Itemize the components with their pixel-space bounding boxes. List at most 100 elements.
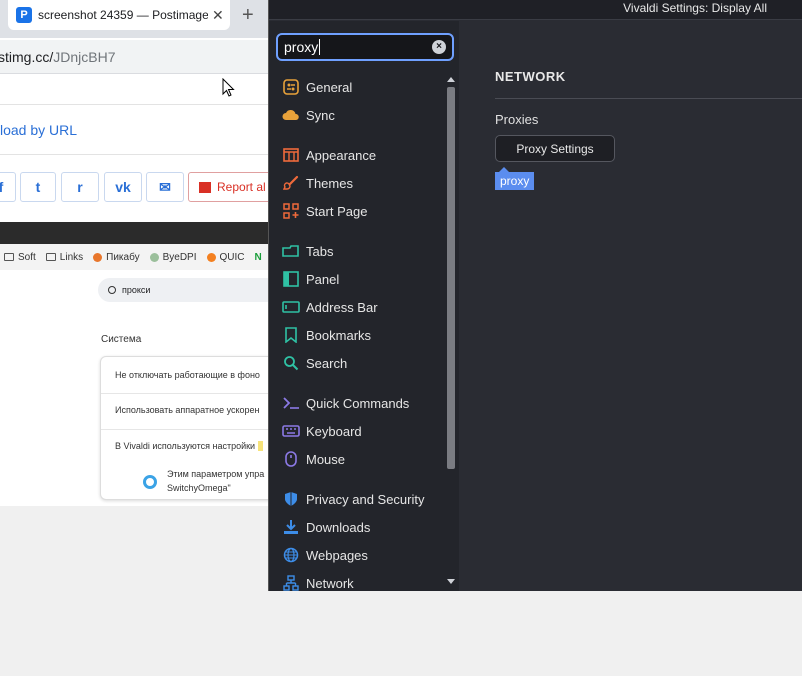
nav-item-privacy[interactable]: Privacy and Security: [269, 487, 445, 511]
bookmark-pikabu: Пикабу: [93, 252, 140, 263]
cloudflare-icon: [206, 252, 216, 262]
bookmarks-bar: Soft Links Пикабу ByeDPI QUIC N: [0, 244, 270, 270]
section-heading-network: NETWORK: [495, 69, 566, 84]
search-icon: [108, 286, 116, 294]
nav-label: Appearance: [306, 147, 377, 163]
divider: [0, 104, 270, 105]
share-twitter-button[interactable]: t: [20, 172, 56, 202]
address-bar-icon: [282, 298, 300, 316]
mouse-cursor-icon: [222, 78, 235, 97]
report-label: Report al: [217, 180, 266, 194]
reddit-icon: r: [77, 179, 83, 195]
nav-item-webpages[interactable]: Webpages: [269, 543, 445, 567]
settings-content: NETWORK Proxies Proxy Settings proxy: [459, 21, 802, 591]
proxy-settings-button[interactable]: Proxy Settings: [495, 135, 615, 162]
nav-label: General: [306, 79, 353, 95]
inner-search-field: прокси: [98, 278, 270, 302]
nav-item-network[interactable]: Network: [269, 571, 445, 595]
nav-item-bookmarks[interactable]: Bookmarks: [269, 323, 445, 347]
inner-section-title: Система: [101, 334, 142, 345]
url-text: stimg.cc/JDnjcBH7: [0, 49, 115, 65]
tabs-icon: [282, 242, 300, 260]
share-vk-button[interactable]: vk: [104, 172, 142, 202]
window-titlebar[interactable]: Vivaldi Settings: Display All: [269, 0, 802, 20]
quick-commands-icon: [282, 394, 300, 412]
start-page-icon: [282, 202, 300, 220]
upload-by-url-link[interactable]: load by URL: [0, 122, 77, 138]
text-caret: [319, 39, 321, 55]
share-reddit-button[interactable]: r: [61, 172, 99, 202]
flag-icon: [199, 181, 211, 193]
nav-label: Mouse: [306, 451, 346, 467]
bookmark-soft: Soft: [4, 252, 36, 263]
nav-label: Search: [306, 355, 348, 371]
vk-icon: vk: [115, 179, 131, 195]
twitter-icon: t: [35, 179, 41, 195]
address-bar[interactable]: stimg.cc/JDnjcBH7: [0, 40, 270, 74]
brush-icon: [282, 174, 300, 192]
bookmark-quic: QUIC: [206, 252, 245, 263]
inner-row: SwitchyOmega": [167, 483, 231, 493]
new-tab-icon[interactable]: +: [242, 4, 254, 27]
nav-item-themes[interactable]: Themes: [269, 171, 445, 195]
close-icon[interactable]: ✕: [212, 7, 224, 24]
pikabu-icon: [93, 252, 103, 262]
scroll-up-icon[interactable]: [447, 77, 455, 82]
search-icon: [282, 354, 300, 372]
tab-strip: P screenshot 24359 — Postimages ✕ +: [0, 0, 270, 38]
report-abuse-button[interactable]: Report al: [188, 172, 270, 202]
nav-item-search[interactable]: Search: [269, 351, 445, 375]
appearance-icon: [282, 146, 300, 164]
nav-item-tabs[interactable]: Tabs: [269, 239, 445, 263]
bookmark-n: N: [254, 251, 262, 263]
bookmark-links: Links: [45, 252, 83, 263]
embedded-settings-screenshot: прокси Система Не отключать работающие в…: [0, 270, 270, 506]
nav-label: Address Bar: [306, 299, 378, 315]
vivaldi-settings-window: Vivaldi Settings: Display All proxy × Ge…: [268, 0, 802, 591]
sidebar-scrollbar[interactable]: [445, 75, 457, 591]
divider: [101, 393, 270, 394]
tab-title: screenshot 24359 — Postimages: [38, 8, 208, 22]
nav-label: Keyboard: [306, 423, 362, 439]
url-host: stimg.cc/: [0, 48, 54, 65]
nav-label: Network: [306, 575, 354, 591]
nav-label: Downloads: [306, 519, 371, 535]
nav-label: Start Page: [306, 203, 368, 219]
nav-item-address-bar[interactable]: Address Bar: [269, 295, 445, 319]
keyboard-icon: [282, 422, 300, 440]
clear-search-icon[interactable]: ×: [432, 40, 446, 54]
nav-label: Sync: [306, 107, 335, 123]
extension-icon: [143, 475, 157, 489]
postimages-favicon-icon: P: [16, 7, 32, 23]
nav-item-mouse[interactable]: Mouse: [269, 447, 445, 471]
nav-label: Themes: [306, 175, 353, 191]
nav-item-appearance[interactable]: Appearance: [269, 143, 445, 167]
share-facebook-button[interactable]: f: [0, 172, 16, 202]
divider: [101, 429, 270, 430]
nav-item-panel[interactable]: Panel: [269, 267, 445, 291]
nav-item-downloads[interactable]: Downloads: [269, 515, 445, 539]
inner-row: Не отключать работающие в фоно: [115, 370, 260, 380]
general-icon: [282, 78, 300, 96]
nav-item-keyboard[interactable]: Keyboard: [269, 419, 445, 443]
bookmark-icon: [282, 326, 300, 344]
settings-search-input[interactable]: proxy ×: [276, 33, 454, 61]
background-browser-window: P screenshot 24359 — Postimages ✕ + stim…: [0, 0, 270, 506]
shield-icon: [282, 490, 300, 508]
window-title: Vivaldi Settings: Display All: [623, 1, 767, 15]
nav-item-general[interactable]: General: [269, 75, 445, 99]
search-input-value: proxy: [284, 39, 319, 55]
nav-item-start-page[interactable]: Start Page: [269, 199, 445, 223]
nav-item-quick-commands[interactable]: Quick Commands: [269, 391, 445, 415]
nav-item-sync[interactable]: Sync: [269, 103, 445, 127]
share-mail-button[interactable]: ✉: [146, 172, 184, 202]
byedpi-icon: [149, 252, 159, 262]
mouse-icon: [282, 450, 300, 468]
scrollbar-thumb[interactable]: [447, 87, 455, 469]
browser-tab[interactable]: P screenshot 24359 — Postimages ✕: [8, 0, 230, 30]
network-icon: [282, 574, 300, 592]
scroll-down-icon[interactable]: [447, 579, 455, 584]
inner-row: В Vivaldi используются настройки: [115, 441, 263, 451]
nav-label: Quick Commands: [306, 395, 410, 411]
inner-row: Этим параметром упра: [167, 469, 265, 479]
